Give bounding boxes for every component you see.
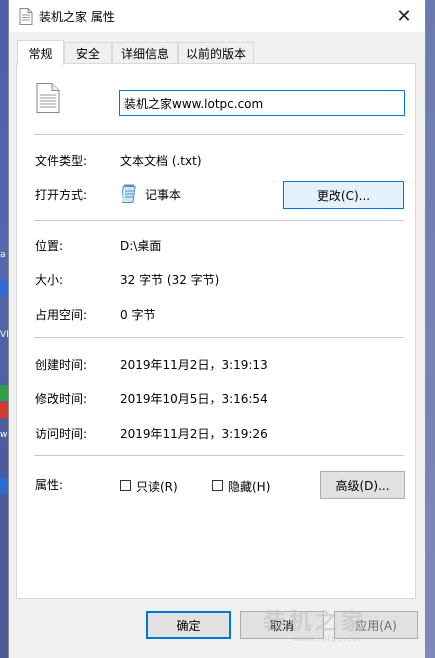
size-on-disk-label: 占用空间:: [35, 308, 88, 322]
close-button[interactable]: ✕: [389, 2, 419, 30]
change-button[interactable]: 更改(C)...: [283, 181, 404, 209]
ok-button[interactable]: 确定: [146, 611, 231, 639]
file-name-input[interactable]: 装机之家www.lotpc.com: [119, 90, 405, 116]
location-label: 位置:: [35, 239, 64, 253]
divider: [34, 220, 404, 221]
divider: [34, 455, 404, 456]
tab-previous-versions[interactable]: 以前的版本: [178, 42, 254, 63]
close-icon: ✕: [396, 5, 412, 27]
general-panel: 装机之家www.lotpc.com 文件类型: 文本文档 (.txt) 打开方式…: [16, 63, 416, 599]
tab-bar: 常规 安全 详细信息 以前的版本: [15, 40, 415, 65]
created-label: 创建时间:: [35, 358, 88, 372]
title-bar[interactable]: 装机之家 属性 ✕: [9, 0, 425, 32]
accessed-label: 访问时间:: [35, 427, 88, 441]
open-with-value: 记事本: [145, 188, 182, 202]
watermark-logo: 装机之家 www.lotpc.com: [263, 610, 368, 643]
size-label: 大小:: [35, 273, 64, 287]
window-title: 装机之家 属性: [39, 10, 115, 24]
readonly-checkbox[interactable]: [120, 480, 131, 491]
file-type-label: 文件类型:: [35, 154, 88, 168]
advanced-button[interactable]: 高级(D)...: [320, 471, 405, 499]
tab-security[interactable]: 安全: [64, 42, 112, 63]
readonly-label[interactable]: 只读(R): [136, 478, 178, 495]
properties-dialog: 装机之家 属性 ✕ 常规 安全 详细信息 以前的版本 装机之家www.lotpc…: [8, 0, 426, 658]
modified-label: 修改时间:: [35, 392, 88, 406]
tab-general[interactable]: 常规: [17, 40, 64, 65]
accessed-value: 2019年11月2日，3:19:26: [120, 427, 268, 441]
divider: [34, 337, 404, 338]
modified-value: 2019年10月5日，3:16:54: [120, 392, 268, 406]
size-value: 32 字节 (32 字节): [120, 273, 220, 287]
file-type-value: 文本文档 (.txt): [120, 154, 202, 168]
location-value: D:\桌面: [120, 239, 162, 253]
notepad-icon: [122, 184, 136, 203]
divider: [34, 134, 404, 135]
created-value: 2019年11月2日，3:19:13: [120, 358, 268, 372]
tab-details[interactable]: 详细信息: [112, 42, 178, 63]
text-document-icon: [36, 83, 60, 113]
desktop-background-right: [425, 0, 435, 658]
size-on-disk-value: 0 字节: [120, 308, 156, 322]
open-with-label: 打开方式:: [35, 188, 88, 202]
text-file-icon: [19, 8, 33, 25]
hidden-checkbox[interactable]: [212, 480, 223, 491]
attributes-label: 属性:: [35, 478, 64, 492]
hidden-label[interactable]: 隐藏(H): [228, 478, 270, 495]
